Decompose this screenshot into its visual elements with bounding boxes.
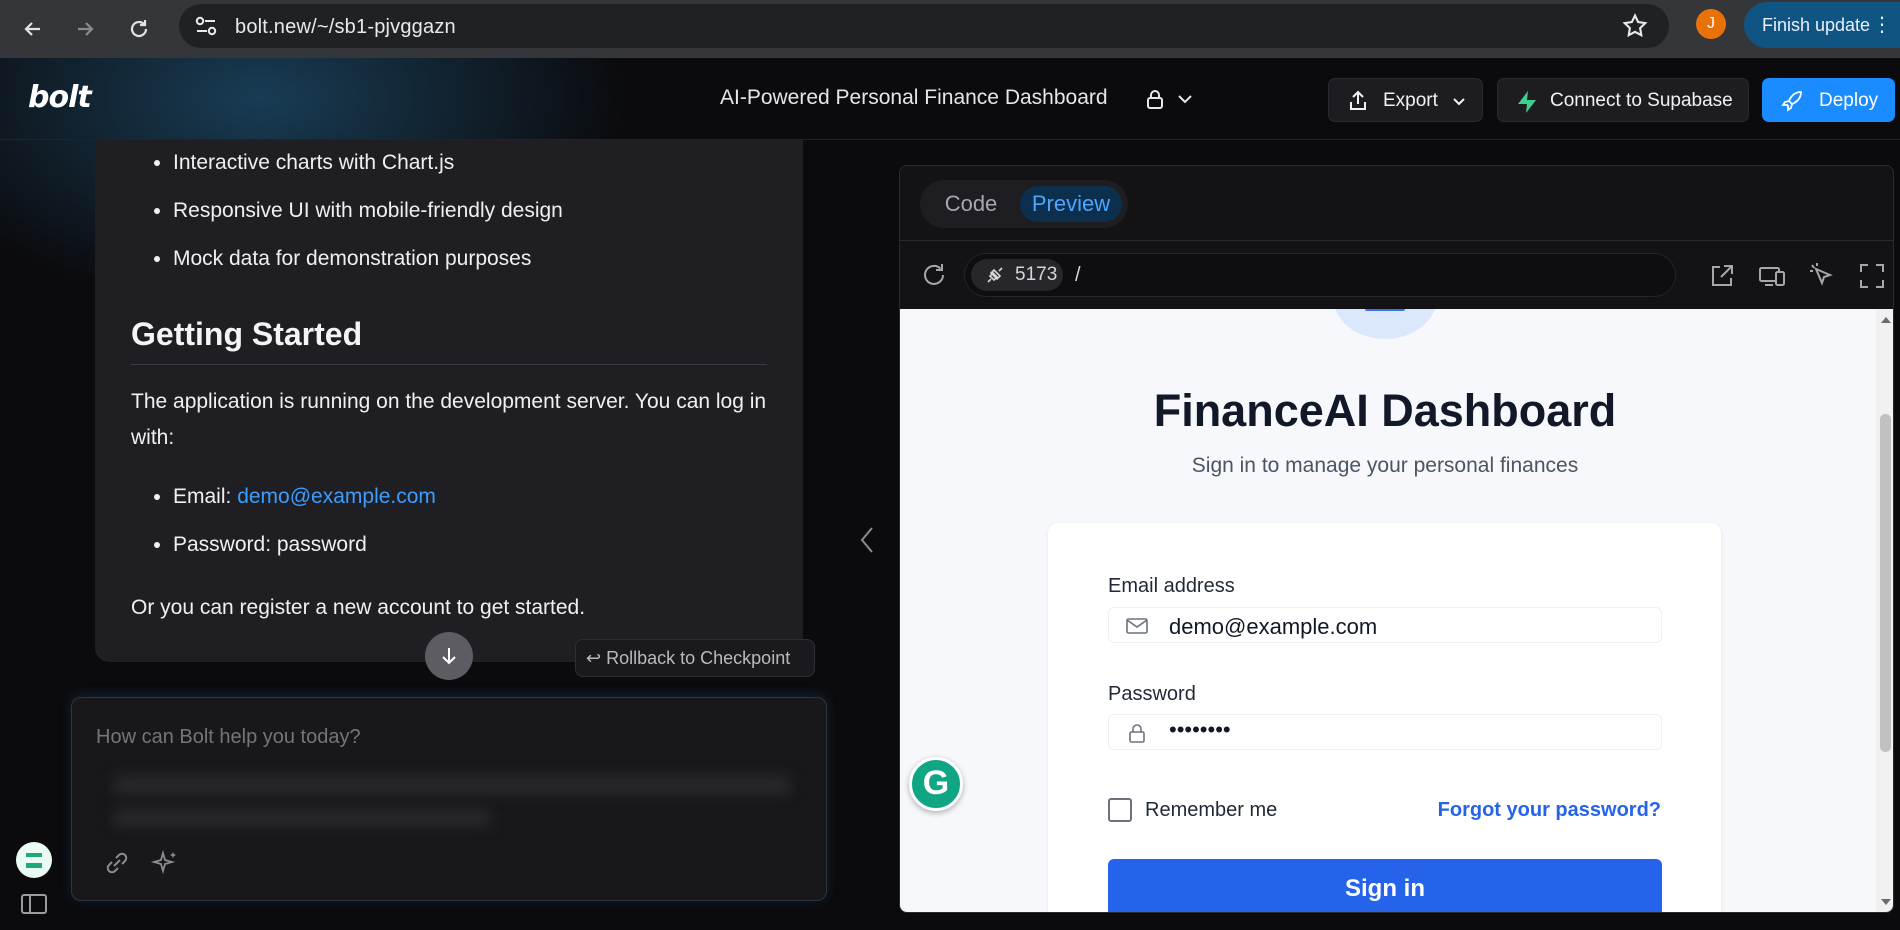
browser-toolbar: bolt.new/~/sb1-pjvggazn J Finish update …	[0, 0, 1900, 58]
view-tabs: Code Preview	[920, 180, 1128, 228]
password-label: Password	[1108, 683, 1196, 705]
device-toggle-icon[interactable]	[1757, 261, 1787, 291]
port-number: 5173	[1015, 264, 1058, 285]
scroll-up-arrow-icon[interactable]	[1881, 317, 1891, 323]
password-field[interactable]: ••••••••	[1108, 714, 1662, 750]
intro-text: The application is running on the develo…	[131, 390, 767, 449]
prompt-input[interactable]	[96, 726, 796, 749]
deploy-label: Deploy	[1819, 90, 1879, 111]
preview-path: /	[1075, 264, 1081, 286]
fullscreen-icon[interactable]	[1857, 261, 1887, 291]
project-title[interactable]: AI-Powered Personal Finance Dashboard	[720, 86, 1108, 110]
outro-text: Or you can register a new account to get…	[131, 596, 586, 619]
password-value: ••••••••	[1169, 717, 1231, 742]
email-value: demo@example.com	[1169, 614, 1378, 639]
list-item: Interactive charts with Chart.js	[173, 151, 563, 199]
supabase-label: Connect to Supabase	[1550, 90, 1733, 111]
email-label: Email address	[1108, 575, 1235, 597]
user-avatar[interactable]	[16, 842, 52, 878]
app-preview: FinanceAI Dashboard Sign in to manage yo…	[900, 309, 1876, 912]
more-menu-icon[interactable]: ⋮	[1872, 2, 1892, 48]
preview-scrollbar[interactable]	[1876, 309, 1893, 912]
preview-subtitle: Sign in to manage your personal finances	[1191, 454, 1579, 477]
workbench: Code Preview 5173 / FinanceAI Dashboard …	[899, 165, 1894, 913]
sign-in-button[interactable]: Sign in	[1108, 859, 1662, 912]
preview-title: FinanceAI Dashboard	[1153, 385, 1617, 436]
enhance-prompt-icon[interactable]	[150, 848, 180, 878]
chevron-down-icon	[1453, 98, 1465, 106]
list-item: Password: password	[173, 533, 436, 581]
login-card: Email address demo@example.com Password …	[1048, 523, 1721, 912]
credentials-list: Email: demo@example.com Password: passwo…	[173, 485, 436, 581]
prompt-box	[71, 697, 827, 901]
refresh-icon[interactable]	[920, 261, 948, 289]
remember-me-checkbox[interactable]	[1108, 798, 1132, 822]
rollback-button[interactable]: ↩ Rollback to Checkpoint	[575, 639, 815, 677]
chevron-left-icon[interactable]	[856, 524, 880, 556]
export-label: Export	[1383, 90, 1438, 111]
app-header: bolt AI-Powered Personal Finance Dashboa…	[0, 58, 1900, 140]
scroll-down-arrow-icon[interactable]	[1881, 899, 1891, 905]
sidebar-toggle-icon[interactable]	[20, 892, 48, 916]
email-field[interactable]: demo@example.com	[1108, 607, 1662, 643]
supabase-icon	[1518, 91, 1536, 113]
blurred-content	[112, 808, 492, 828]
tab-preview[interactable]: Preview	[1020, 186, 1122, 222]
forgot-password-link[interactable]: Forgot your password?	[1438, 799, 1661, 822]
arrow-down-icon	[442, 648, 456, 665]
feature-list: Interactive charts with Chart.js Respons…	[173, 151, 563, 295]
divider	[131, 364, 767, 365]
inspect-cursor-icon[interactable]	[1807, 261, 1837, 291]
mail-icon	[1126, 618, 1148, 634]
finish-update-label: Finish update	[1762, 15, 1871, 35]
open-external-icon[interactable]	[1707, 261, 1737, 291]
preview-address-bar[interactable]: 5173 /	[964, 253, 1676, 297]
bookmark-star-icon[interactable]	[1621, 12, 1649, 40]
site-info-icon[interactable]	[193, 14, 219, 38]
app-logo-circle	[1333, 309, 1437, 339]
port-selector[interactable]: 5173	[971, 259, 1063, 291]
assistant-message: Interactive charts with Chart.js Respons…	[95, 140, 803, 662]
deploy-button[interactable]: Deploy	[1762, 78, 1895, 122]
finish-update-button[interactable]: Finish update ⋮	[1744, 2, 1900, 48]
connect-supabase-button[interactable]: Connect to Supabase	[1497, 78, 1749, 122]
rollback-label: Rollback to Checkpoint	[606, 648, 791, 668]
blurred-content	[112, 774, 792, 796]
preview-toolbar: 5173 /	[900, 241, 1893, 309]
chevron-down-icon[interactable]	[1176, 90, 1194, 108]
scroll-down-button[interactable]	[425, 632, 473, 680]
email-link[interactable]: demo@example.com	[237, 485, 436, 508]
tab-code[interactable]: Code	[926, 186, 1016, 222]
list-item: Email: demo@example.com	[173, 485, 436, 533]
list-item: Mock data for demonstration purposes	[173, 247, 563, 295]
profile-avatar[interactable]: J	[1696, 9, 1726, 39]
email-prefix: Email:	[173, 485, 238, 508]
reload-icon[interactable]	[120, 10, 158, 48]
back-icon[interactable]	[14, 10, 52, 48]
export-button[interactable]: Export	[1328, 78, 1483, 122]
grammarly-icon[interactable]: G	[909, 757, 963, 811]
remember-me-label: Remember me	[1145, 799, 1278, 821]
plug-icon	[987, 267, 1003, 283]
scrollbar-thumb[interactable]	[1880, 414, 1891, 752]
rocket-icon	[1781, 91, 1802, 112]
section-heading: Getting Started	[131, 316, 363, 352]
app-logo	[1365, 309, 1405, 311]
lock-icon[interactable]	[1144, 88, 1166, 110]
attach-link-icon[interactable]	[102, 848, 132, 878]
forward-icon[interactable]	[66, 10, 104, 48]
share-icon	[1350, 90, 1366, 110]
url-text: bolt.new/~/sb1-pjvggazn	[235, 16, 456, 38]
lock-icon	[1129, 724, 1145, 743]
address-bar[interactable]: bolt.new/~/sb1-pjvggazn	[179, 4, 1669, 48]
list-item: Responsive UI with mobile-friendly desig…	[173, 199, 563, 247]
bolt-logo[interactable]: bolt	[28, 80, 92, 115]
undo-icon: ↩	[586, 648, 602, 668]
